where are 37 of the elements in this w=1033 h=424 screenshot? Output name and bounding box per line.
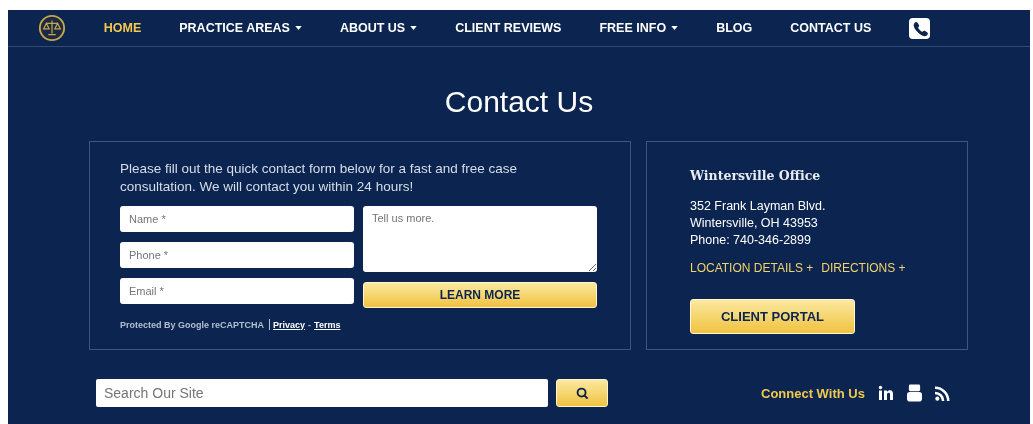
connect-label: Connect With Us [761,385,865,401]
input-field[interactable]: Name * [120,206,354,232]
nav-link[interactable]: CLIENT REVIEWS [455,21,562,35]
linkedin-icon[interactable] [877,385,894,401]
recaptcha-text: Protected By Google reCAPTCHA [120,319,265,330]
privacy-link[interactable]: Privacy [273,319,306,330]
search-button[interactable] [556,379,608,407]
message-field[interactable]: Tell us more. [363,206,597,272]
page-title: Contact Us [443,85,595,120]
search-field[interactable]: Search Our Site [96,379,548,407]
office-link[interactable]: DIRECTIONS + [821,261,906,275]
search-icon [575,386,589,400]
office-title: Wintersville Office [690,168,822,183]
address-line: Phone: 740-346-2899 [690,232,812,249]
nav-link[interactable]: ABOUT US [339,21,418,35]
client-portal-button[interactable]: CLIENT PORTAL [690,299,855,334]
rss-icon[interactable] [934,385,950,401]
scales-logo-icon[interactable] [37,14,66,42]
phone-icon[interactable] [909,17,931,39]
caret-icon[interactable] [410,26,418,30]
nav-link[interactable]: CONTACT US [790,21,872,35]
learn-more-button[interactable]: LEARN MORE [363,282,597,308]
input-field[interactable]: Phone * [120,242,354,268]
form-intro: Please fill out the quick contact form below for a fast and free case consultation. We will contact you within 24 hours! [120,160,518,196]
address-line: 352 Frank Layman Blvd. [690,198,827,215]
video-icon[interactable] [906,384,922,402]
office-link[interactable]: LOCATION DETAILS + [690,261,814,275]
nav-link[interactable]: PRACTICE AREAS [179,21,302,35]
terms-link[interactable]: Terms [314,319,341,330]
caret-icon[interactable] [294,26,302,30]
input-field[interactable]: Email * [120,278,354,304]
nav-link[interactable]: HOME [103,21,142,35]
nav-link[interactable]: BLOG [716,21,753,35]
address-line: Wintersville, OH 43953 [690,215,819,232]
separator-text: - [308,319,312,330]
caret-icon[interactable] [671,26,679,30]
nav-link[interactable]: FREE INFO [599,21,679,35]
